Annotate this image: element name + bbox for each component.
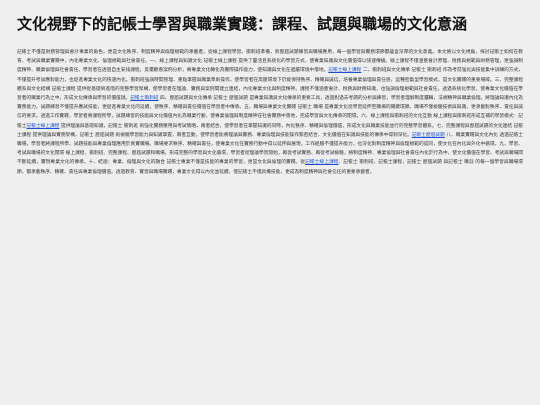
course-online-link-3[interactable]: 記帳士線上課程 bbox=[305, 160, 338, 165]
sprint-class-link[interactable]: 記帳士衝刺班 bbox=[130, 96, 158, 101]
article-title: 文化視野下的記帳士學習與職業實踐：課程、試題與職場的文化意涵 bbox=[17, 15, 468, 33]
past-exams-link[interactable]: 記帳士歷屆試題 bbox=[412, 133, 445, 138]
article-page: 文化視野下的記帳士學習與職業實踐：課程、試題與職場的文化意涵 記帳士不僅是財務管… bbox=[0, 0, 540, 177]
course-online-link-2[interactable]: 記帳士線上課程 bbox=[26, 124, 59, 129]
article-body: 記帳士不僅是財務管理與會計事業的角色，更是文化秩序、制度精神與倫理規範的承載者。… bbox=[17, 48, 523, 177]
course-online-link[interactable]: 記帳士線上課程 bbox=[328, 68, 361, 73]
